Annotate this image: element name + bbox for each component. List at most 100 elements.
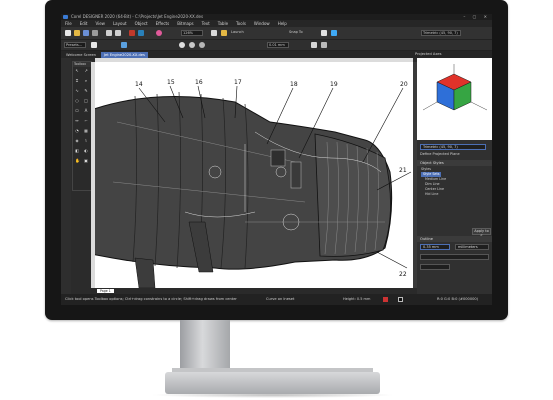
- text-tool-icon[interactable]: A: [84, 109, 88, 113]
- drawing-canvas[interactable]: 14 15 16 17 18 19 20 21 22: [90, 62, 413, 289]
- callout-22: 22: [399, 271, 407, 278]
- callout-15: 15: [167, 79, 175, 86]
- pen-tool-icon[interactable]: ✎: [84, 89, 88, 93]
- undo-icon[interactable]: [106, 30, 112, 36]
- outline-header[interactable]: Outline: [417, 236, 492, 242]
- monitor-bezel: Corel DESIGNER 2020 (64-Bit) - C:\Projec…: [45, 0, 508, 320]
- callout-21: 21: [399, 167, 407, 174]
- import-icon[interactable]: [129, 30, 135, 36]
- new-document-icon[interactable]: [65, 30, 71, 36]
- tree-hid-line[interactable]: Hid Line: [425, 192, 438, 197]
- callout-18: 18: [290, 81, 298, 88]
- projected-axes-cube-icon: [422, 64, 488, 111]
- callout-19: 19: [330, 81, 338, 88]
- projection-type-select[interactable]: Trimetric (45, 90, 7): [420, 144, 486, 150]
- app-window: Corel DESIGNER 2020 (64-Bit) - C:\Projec…: [61, 14, 492, 305]
- ellipse-tool-icon[interactable]: ○: [75, 99, 79, 103]
- arc-mode-icon[interactable]: [199, 42, 205, 48]
- monitor-stand-neck: [180, 320, 230, 372]
- object-styles-header[interactable]: Object Styles: [417, 160, 492, 166]
- color-management-icon[interactable]: [156, 30, 162, 36]
- projected-axes-preview: [417, 58, 492, 140]
- projection-view-select[interactable]: Trimetric (45, 90, 7): [421, 30, 461, 36]
- print-icon[interactable]: [92, 30, 98, 36]
- launch-label[interactable]: Launch: [231, 30, 244, 35]
- projected-axes-docker-title: Projected Axes: [412, 51, 492, 58]
- add-preset-icon[interactable]: [91, 42, 97, 48]
- callout-14: 14: [135, 81, 143, 88]
- apply-to-selected-button[interactable]: Apply to S: [472, 228, 491, 238]
- eyedropper-tool-icon[interactable]: ⌇: [84, 139, 88, 143]
- left-toolbar: [61, 58, 71, 294]
- dimension-tool-icon[interactable]: ↔: [75, 119, 79, 123]
- status-bar: Click tool opens Toolbox options; Ctrl+d…: [61, 294, 492, 305]
- export-icon[interactable]: [138, 30, 144, 36]
- menu-help[interactable]: Help: [278, 20, 287, 27]
- menu-file[interactable]: File: [65, 20, 72, 27]
- pan-tool-icon[interactable]: ✋: [75, 159, 80, 163]
- freehand-tool-icon[interactable]: ∿: [75, 89, 79, 93]
- shape-tool-icon[interactable]: ↗: [84, 69, 88, 73]
- settings-gear-icon[interactable]: [321, 30, 327, 36]
- window-title: Corel DESIGNER 2020 (64-Bit) - C:\Projec…: [71, 14, 204, 19]
- status-size-readout: Height: 0.5 mm: [343, 297, 371, 301]
- redo-icon[interactable]: [115, 30, 121, 36]
- app-icon: [63, 15, 68, 19]
- open-folder-icon[interactable]: [74, 30, 80, 36]
- line-caps-select[interactable]: [420, 264, 450, 270]
- toolbox-panel: Toolbox ↖ ↗ ⌗ ⌕ ∿ ✎ ○ □ ⬠ A ↔ ⌐ ◔ ▦ ◈ ⌇ …: [72, 61, 92, 191]
- ellipse-mode-icon[interactable]: [179, 42, 185, 48]
- mirror-icon[interactable]: [121, 42, 127, 48]
- fill-color-swatch[interactable]: [383, 297, 388, 302]
- define-projected-plane-label[interactable]: Define Projected Plane: [420, 152, 460, 157]
- save-icon[interactable]: [83, 30, 89, 36]
- rectangle-tool-icon[interactable]: □: [84, 99, 88, 103]
- outline-units-select[interactable]: millimeters: [455, 244, 489, 250]
- wrap-text-icon[interactable]: [311, 42, 317, 48]
- snap-to-dropdown[interactable]: Snap To: [289, 30, 303, 35]
- smart-fill-tool-icon[interactable]: ▣: [84, 159, 88, 163]
- docker-panel: Trimetric (45, 90, 7) Define Projected P…: [417, 58, 492, 294]
- crop-tool-icon[interactable]: ⌗: [75, 79, 79, 83]
- status-object-info: Curve on Ineset: [266, 297, 295, 301]
- menu-window[interactable]: Window: [254, 20, 270, 27]
- blend-tool-icon[interactable]: ◐: [84, 149, 88, 153]
- zoom-level-field[interactable]: 126%: [181, 30, 203, 36]
- menu-layout[interactable]: Layout: [113, 20, 127, 27]
- menu-tools[interactable]: Tools: [236, 20, 246, 27]
- fill-tool-icon[interactable]: ◈: [75, 139, 79, 143]
- pie-mode-icon[interactable]: [189, 42, 195, 48]
- polygon-tool-icon[interactable]: ⬠: [75, 109, 79, 113]
- align-icon[interactable]: [331, 30, 337, 36]
- status-hint-text: Click tool opens Toolbox options; Ctrl+d…: [65, 297, 237, 301]
- outline-color-swatch[interactable]: [398, 297, 403, 302]
- standard-toolbar: 126% Launch Snap To Trimetric (45, 90, 7…: [61, 27, 492, 40]
- callout-tool-icon[interactable]: ◔: [75, 129, 79, 133]
- callout-16: 16: [195, 79, 203, 86]
- menu-bar: File Edit View Layout Object Effects Bit…: [61, 20, 492, 27]
- menu-bitmaps[interactable]: Bitmaps: [177, 20, 193, 27]
- table-tool-icon[interactable]: ▦: [84, 129, 88, 133]
- menu-effects[interactable]: Effects: [156, 20, 170, 27]
- menu-object[interactable]: Object: [135, 20, 148, 27]
- menu-text[interactable]: Text: [202, 20, 210, 27]
- toolbox-title: Toolbox: [73, 62, 91, 67]
- menu-edit[interactable]: Edit: [80, 20, 88, 27]
- full-screen-icon[interactable]: [211, 30, 217, 36]
- monitor-stand-base: [165, 372, 380, 394]
- outline-width-field[interactable]: 0.01 mm: [267, 42, 289, 48]
- transparency-tool-icon[interactable]: ◧: [75, 149, 79, 153]
- property-bar: Presets... 0.01 mm: [61, 40, 492, 51]
- app-launcher-icon[interactable]: [221, 30, 227, 36]
- page-tab[interactable]: Page 1: [97, 289, 114, 293]
- outline-width-select[interactable]: 0.35 mm: [420, 244, 450, 250]
- preset-dropdown[interactable]: Presets...: [64, 42, 86, 48]
- menu-view[interactable]: View: [95, 20, 105, 27]
- status-color-readout: R:0 G:0 B:0 (#000000): [437, 297, 479, 301]
- to-front-icon[interactable]: [321, 42, 327, 48]
- pick-tool-icon[interactable]: ↖: [75, 69, 79, 73]
- zoom-tool-icon[interactable]: ⌕: [84, 79, 88, 83]
- connector-tool-icon[interactable]: ⌐: [84, 119, 88, 123]
- outline-style-select[interactable]: [420, 254, 489, 260]
- menu-table[interactable]: Table: [218, 20, 228, 27]
